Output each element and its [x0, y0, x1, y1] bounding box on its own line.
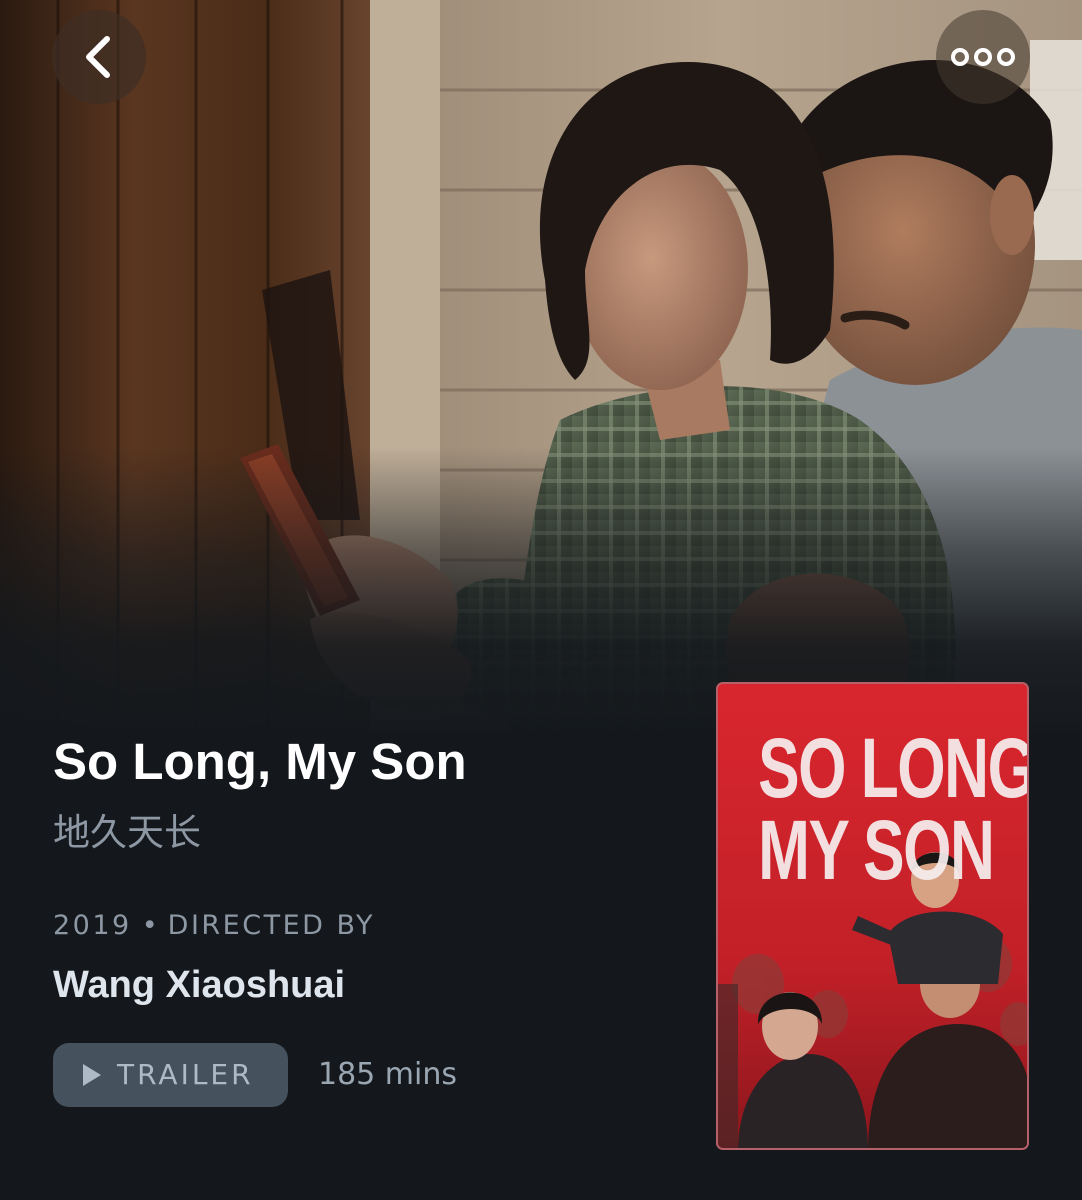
poster-title-line1: SO LONG [758, 721, 1029, 815]
back-button[interactable] [52, 10, 146, 104]
director-name[interactable]: Wang Xiaoshuai [53, 962, 693, 1008]
directed-by-label: DIRECTED BY [167, 910, 376, 941]
original-title: 地久天长 [53, 811, 201, 854]
film-info: So Long, My Son 地久天长 2019 • DIRECTED BY Wa… [53, 728, 693, 1008]
trailer-label: TRAILER [117, 1058, 254, 1091]
film-title: So Long, My Son [53, 733, 467, 790]
more-options-button[interactable] [936, 10, 1030, 104]
film-detail-screen: So Long, My Son 地久天长 2019 • DIRECTED BY Wa… [0, 0, 1082, 1200]
meta-separator: • [141, 910, 158, 941]
runtime: 185 mins [318, 1057, 457, 1092]
action-row: TRAILER 185 mins [53, 1043, 457, 1107]
trailer-button[interactable]: TRAILER [53, 1043, 288, 1107]
film-meta: 2019 • DIRECTED BY [53, 908, 693, 944]
ellipsis-icon [951, 48, 1015, 66]
film-poster[interactable]: SO LONG MY SON [716, 682, 1029, 1150]
chevron-left-icon [86, 36, 110, 78]
poster-title-line2: MY SON [758, 803, 995, 897]
release-year[interactable]: 2019 [53, 910, 132, 941]
play-icon [83, 1064, 101, 1086]
